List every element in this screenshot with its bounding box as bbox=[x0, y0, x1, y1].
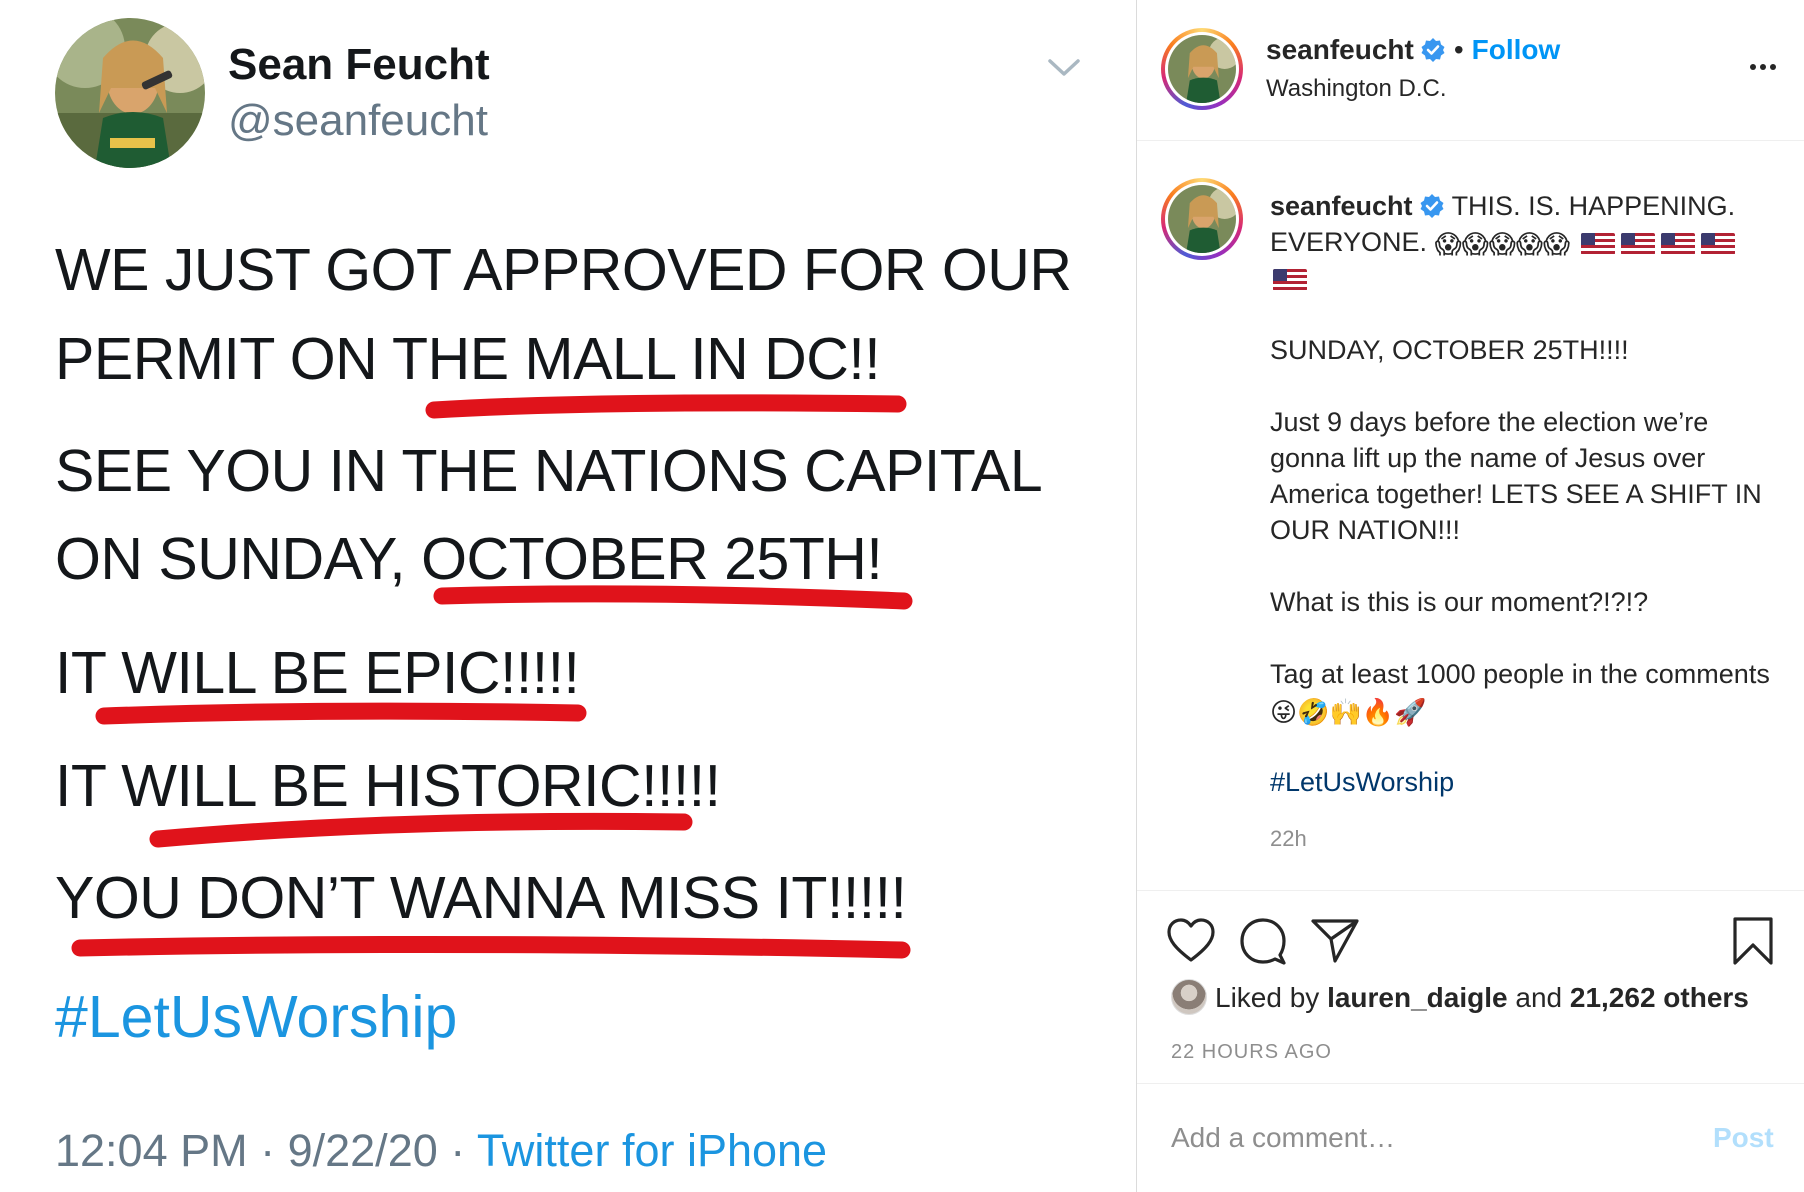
underline-mark bbox=[433, 585, 913, 610]
follow-button[interactable]: Follow bbox=[1472, 34, 1561, 65]
liked-by-and: and bbox=[1515, 982, 1563, 1013]
fire-emoji: 🔥 bbox=[1361, 696, 1395, 727]
header-user-row: seanfeucht • Follow bbox=[1266, 34, 1560, 66]
scream-emoji: 😱 bbox=[1488, 228, 1516, 259]
tweet-text-line: PERMIT ON THE MALL IN DC!! bbox=[55, 326, 881, 392]
caption-time: 22h bbox=[1270, 826, 1307, 851]
liker-avatar[interactable] bbox=[1171, 979, 1207, 1015]
tweet-avatar bbox=[55, 18, 205, 168]
rofl-emoji: 🤣 bbox=[1297, 696, 1330, 727]
likes-count[interactable]: 21,262 others bbox=[1570, 982, 1749, 1013]
us-flag-icon bbox=[1700, 232, 1735, 255]
liker-username[interactable]: lauren_daigle bbox=[1327, 982, 1508, 1013]
caption-tag-text: Tag at least 1000 people in the comments bbox=[1270, 659, 1770, 689]
verified-badge-icon bbox=[1419, 192, 1445, 218]
liked-by-prefix: Liked by bbox=[1215, 982, 1320, 1013]
tweet-text-line: YOU DON’T WANNA MISS IT!!!!! bbox=[55, 865, 907, 931]
caption-avatar[interactable] bbox=[1161, 178, 1243, 260]
caption-moment: What is this is our moment?!?!? bbox=[1270, 587, 1649, 617]
underline-mark bbox=[149, 812, 693, 848]
tweet-text-line: IT WILL BE EPIC!!!!! bbox=[55, 640, 580, 706]
instagram-post-panel: seanfeucht • Follow Washington D.C. seanfe… bbox=[1136, 0, 1804, 1192]
rocket-emoji: 🚀 bbox=[1394, 696, 1427, 727]
header-avatar[interactable] bbox=[1161, 28, 1243, 110]
tweet-hashtag: #LetUsWorship bbox=[55, 984, 458, 1050]
post-comment-button[interactable]: Post bbox=[1713, 1122, 1774, 1154]
post-image: Sean Feucht @seanfeucht WE JUST GOT APPR… bbox=[0, 0, 1135, 1192]
scream-emoji: 😱 bbox=[1434, 228, 1462, 259]
chevron-down-icon bbox=[1044, 48, 1084, 88]
comment-icon[interactable] bbox=[1237, 915, 1289, 967]
post-timestamp[interactable]: 22 HOURS AGO bbox=[1171, 1041, 1332, 1064]
tweet-text-line: IT WILL BE HISTORIC!!!!! bbox=[55, 753, 721, 819]
us-flag-icon bbox=[1580, 232, 1615, 255]
underline-mark bbox=[425, 394, 907, 419]
caption-username[interactable]: seanfeucht bbox=[1270, 191, 1413, 221]
post-header: seanfeucht • Follow Washington D.C. bbox=[1137, 0, 1804, 141]
liked-by-row: Liked by lauren_daigle and 21,262 others bbox=[1171, 979, 1749, 1015]
post-caption: seanfeucht THIS. IS. HAPPENING. EVERYONE… bbox=[1270, 188, 1770, 836]
underline-mark bbox=[95, 702, 587, 725]
bookmark-icon[interactable] bbox=[1727, 915, 1779, 967]
post-location[interactable]: Washington D.C. bbox=[1266, 75, 1447, 103]
us-flag-icon bbox=[1660, 232, 1695, 255]
us-flag-icon bbox=[1273, 268, 1307, 291]
scream-emoji: 😱 bbox=[1515, 228, 1544, 259]
tweet-text-line: WE JUST GOT APPROVED FOR OUR bbox=[55, 237, 1072, 303]
tweet-text-line: SEE YOU IN THE NATIONS CAPITAL bbox=[55, 438, 1043, 504]
comment-box: Post bbox=[1137, 1083, 1804, 1192]
tweet-time: 12:04 PM · 9/22/20 · bbox=[55, 1125, 477, 1176]
tweet-timestamp: 12:04 PM · 9/22/20 · Twitter for iPhone bbox=[55, 1125, 827, 1177]
caption-hashtag[interactable]: #LetUsWorship bbox=[1270, 764, 1770, 800]
caption-main-text: Just 9 days before the election we’re go… bbox=[1270, 407, 1762, 545]
more-options-icon[interactable] bbox=[1743, 52, 1783, 82]
header-separator: • bbox=[1453, 34, 1464, 65]
caption-tag-request: Tag at least 1000 people in the comments… bbox=[1270, 656, 1770, 728]
tweet-text-line: ON SUNDAY, OCTOBER 25TH! bbox=[55, 526, 883, 592]
share-icon[interactable] bbox=[1309, 915, 1361, 967]
scream-emoji: 😱 bbox=[1543, 228, 1571, 259]
raised-hands-emoji: 🙌 bbox=[1329, 696, 1362, 727]
caption-first-paragraph: seanfeucht THIS. IS. HAPPENING. EVERYONE… bbox=[1270, 188, 1770, 296]
tweet-source: Twitter for iPhone bbox=[476, 1125, 828, 1176]
add-comment-input[interactable] bbox=[1171, 1122, 1651, 1154]
post-actions: Liked by lauren_daigle and 21,262 others… bbox=[1137, 890, 1804, 1085]
verified-badge-icon bbox=[1420, 37, 1446, 63]
caption-date: SUNDAY, OCTOBER 25TH!!!! bbox=[1270, 335, 1629, 365]
us-flag-icon bbox=[1620, 232, 1655, 255]
underline-mark bbox=[71, 935, 911, 959]
header-username[interactable]: seanfeucht bbox=[1266, 34, 1414, 65]
heart-icon[interactable] bbox=[1165, 915, 1217, 967]
tweet-author-handle: @seanfeucht bbox=[228, 96, 488, 145]
tweet-author-name: Sean Feucht bbox=[228, 40, 490, 89]
winking-tongue-emoji: 😜 bbox=[1270, 696, 1298, 727]
scream-emoji: 😱 bbox=[1461, 228, 1489, 259]
caption-hashtag-text[interactable]: #LetUsWorship bbox=[1270, 767, 1454, 797]
